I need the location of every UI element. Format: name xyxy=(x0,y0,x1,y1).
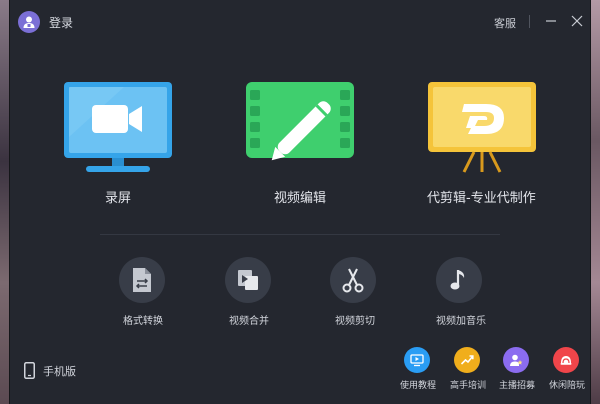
easel-logo-icon xyxy=(428,82,536,173)
app-window: 登录 客服 录屏 视频编辑 代剪辑-专业代制作 格式转换 视频合并 视频剪切 视… xyxy=(9,0,591,404)
scissors-icon xyxy=(342,268,364,293)
tutorial-button[interactable] xyxy=(404,347,430,373)
section-divider xyxy=(100,234,500,235)
add-music-button[interactable] xyxy=(436,257,482,303)
leisure-play-label: 休闲陪玩 xyxy=(549,381,586,391)
file-convert-icon xyxy=(133,268,151,292)
expert-training-label: 高手培训 xyxy=(450,381,487,391)
customer-service-link[interactable]: 客服 xyxy=(494,15,516,31)
video-merge-label: 视频合并 xyxy=(229,316,269,327)
format-convert-button[interactable] xyxy=(119,257,165,303)
minimize-icon xyxy=(546,20,556,22)
screen-record-tile[interactable] xyxy=(64,82,172,174)
minimize-button[interactable] xyxy=(544,13,558,27)
tutorial-label: 使用教程 xyxy=(400,381,437,391)
video-edit-label: 视频编辑 xyxy=(274,191,327,206)
streamer-recruit-label: 主播招募 xyxy=(499,381,536,391)
video-edit-tile[interactable] xyxy=(246,82,354,174)
phone-icon xyxy=(24,362,35,379)
user-avatar-icon xyxy=(18,11,40,33)
trend-icon xyxy=(460,355,474,365)
video-merge-icon xyxy=(238,270,258,290)
music-note-icon xyxy=(450,270,465,290)
mobile-version-link[interactable]: 手机版 xyxy=(24,362,76,379)
titlebar-separator xyxy=(529,15,530,28)
streamer-recruit-button[interactable] xyxy=(503,347,529,373)
video-cut-button[interactable] xyxy=(330,257,376,303)
expert-training-button[interactable] xyxy=(454,347,480,373)
recruit-icon xyxy=(510,354,523,366)
film-pen-icon xyxy=(246,82,354,161)
login-button[interactable]: 登录 xyxy=(18,11,73,33)
add-music-label: 视频加音乐 xyxy=(436,316,486,327)
screen-record-label: 录屏 xyxy=(105,191,132,206)
close-icon xyxy=(571,15,583,27)
leisure-icon xyxy=(560,356,572,365)
monitor-camera-icon xyxy=(64,82,172,172)
format-convert-label: 格式转换 xyxy=(123,316,163,327)
pro-editing-tile[interactable] xyxy=(428,82,536,174)
video-merge-button[interactable] xyxy=(225,257,271,303)
video-cut-label: 视频剪切 xyxy=(335,316,375,327)
pro-editing-label: 代剪辑-专业代制作 xyxy=(427,191,536,206)
close-button[interactable] xyxy=(570,13,584,27)
login-label: 登录 xyxy=(49,15,74,30)
mobile-version-label: 手机版 xyxy=(43,364,76,378)
leisure-play-button[interactable] xyxy=(553,347,579,373)
tutorial-icon xyxy=(410,354,424,367)
